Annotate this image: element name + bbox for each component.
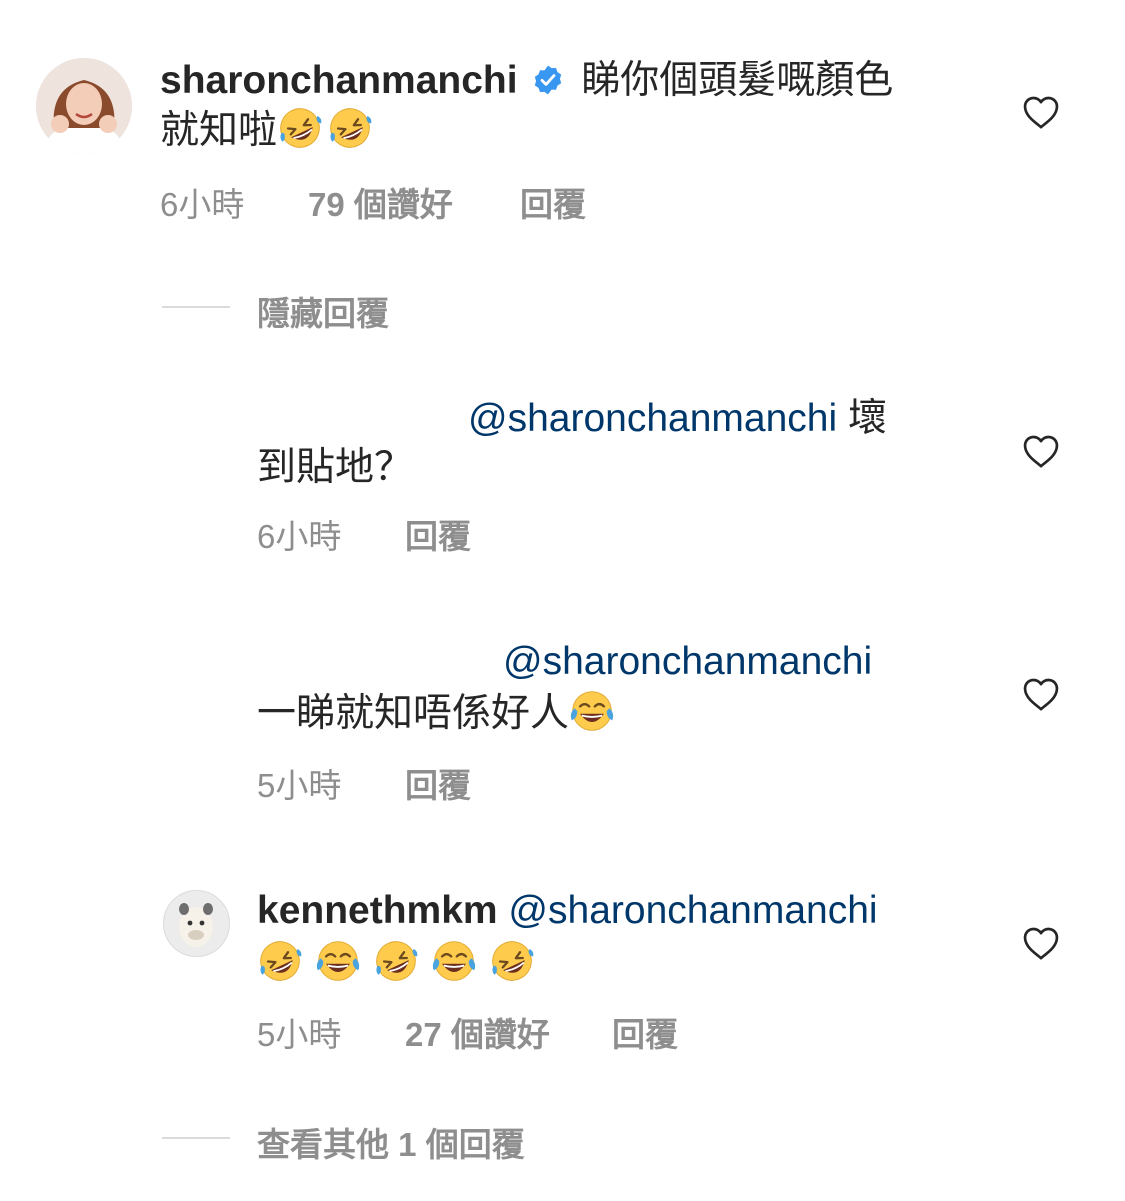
replies-divider bbox=[162, 1137, 230, 1139]
like-heart-icon[interactable] bbox=[1021, 432, 1061, 472]
avatar-sharonchanmanchi[interactable] bbox=[36, 58, 132, 154]
comment-text: 睇你個頭髮嘅顏色 bbox=[581, 59, 894, 102]
hide-replies-button[interactable]: 隱藏回覆 bbox=[257, 287, 389, 335]
like-heart-icon[interactable] bbox=[1021, 675, 1061, 715]
reply-body: @sharonchanmanchi 壞 bbox=[468, 394, 887, 443]
tears-of-joy-emoji-icon bbox=[431, 938, 477, 984]
comment-text-continued: 就知啦 bbox=[160, 109, 278, 152]
reply-text-line2: 一睇就知唔係好人 bbox=[257, 688, 619, 738]
verified-badge-icon bbox=[532, 59, 564, 95]
comment-username[interactable]: sharonchanmanchi bbox=[160, 59, 518, 102]
profile-photo-icon bbox=[36, 58, 132, 154]
reply-time: 5小時 bbox=[257, 1016, 342, 1053]
reply-emoji-line bbox=[257, 938, 539, 988]
comment-body: sharonchanmanchi 睇你個頭髮嘅顏色 bbox=[160, 56, 980, 105]
rofl-emoji-icon bbox=[489, 938, 535, 984]
reply-button[interactable]: 回覆 bbox=[612, 1008, 678, 1056]
avatar-kennethmkm[interactable] bbox=[163, 890, 230, 957]
tears-of-joy-emoji-icon bbox=[569, 688, 615, 734]
comment-text-line2: 就知啦 bbox=[160, 105, 377, 155]
like-count[interactable]: 27 個讚好 bbox=[405, 1008, 550, 1056]
profile-photo-icon bbox=[164, 891, 229, 956]
reply-text-line2: 到貼地？ bbox=[257, 446, 414, 489]
reply-button[interactable]: 回覆 bbox=[405, 510, 471, 558]
reply-username[interactable]: kennethmkm bbox=[257, 889, 498, 932]
reply-time: 5小時 bbox=[257, 767, 342, 804]
mention-link[interactable]: @sharonchanmanchi bbox=[508, 889, 877, 932]
mention-link[interactable]: @sharonchanmanchi bbox=[468, 397, 837, 440]
replies-divider bbox=[162, 306, 230, 308]
rofl-emoji-icon bbox=[257, 938, 303, 984]
rofl-emoji-icon bbox=[327, 105, 373, 151]
rofl-emoji-icon bbox=[277, 105, 323, 151]
like-heart-icon[interactable] bbox=[1021, 924, 1061, 964]
comment-time: 6小時 bbox=[160, 186, 245, 223]
reply-time: 6小時 bbox=[257, 518, 342, 555]
tears-of-joy-emoji-icon bbox=[315, 938, 361, 984]
reply-text: 一睇就知唔係好人 bbox=[257, 692, 570, 735]
view-more-replies-button[interactable]: 查看其他 1 個回覆 bbox=[257, 1118, 525, 1166]
reply-body: kennethmkm @sharonchanmanchi bbox=[257, 886, 878, 935]
like-count[interactable]: 79 個讚好 bbox=[308, 178, 453, 226]
like-heart-icon[interactable] bbox=[1021, 93, 1061, 133]
reply-button[interactable]: 回覆 bbox=[405, 759, 471, 807]
reply-body: @sharonchanmanchi bbox=[503, 637, 872, 686]
reply-text: 壞 bbox=[847, 397, 887, 440]
reply-button[interactable]: 回覆 bbox=[520, 178, 586, 226]
mention-link[interactable]: @sharonchanmanchi bbox=[503, 640, 872, 683]
rofl-emoji-icon bbox=[373, 938, 419, 984]
